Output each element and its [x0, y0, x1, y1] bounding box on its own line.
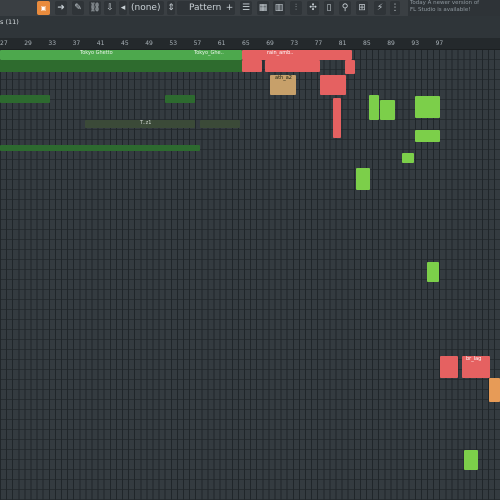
- clip-br-lag-2[interactable]: br_lag: [462, 356, 490, 378]
- ruler-tick: 37: [72, 40, 81, 47]
- clip-red-3[interactable]: [265, 60, 320, 72]
- clip-green-c[interactable]: [0, 145, 200, 151]
- browser-icon[interactable]: ⊞: [356, 1, 368, 15]
- clip-lightgreen-8[interactable]: [464, 450, 478, 470]
- clip-label: br_lag: [466, 356, 482, 362]
- clip-red-5[interactable]: [320, 75, 346, 95]
- ruler-tick: 81: [338, 40, 347, 47]
- clip-row-second[interactable]: [0, 60, 242, 72]
- clip-lightgreen-5[interactable]: [402, 153, 414, 163]
- ruler-tick: 29: [24, 40, 32, 47]
- clip-green-a[interactable]: [0, 95, 50, 103]
- clip-dark-1[interactable]: T..z1: [85, 120, 195, 128]
- clip-lightgreen-6[interactable]: [356, 168, 370, 190]
- plugin-icon[interactable]: ✣: [307, 1, 319, 15]
- ruler-tick: 49: [145, 40, 153, 47]
- ruler-tick: 77: [314, 40, 323, 47]
- news-line-1: Today A newer version of: [410, 0, 480, 6]
- clip-lightgreen-4[interactable]: [415, 130, 440, 142]
- file-icon[interactable]: ▯: [324, 1, 334, 15]
- playlist-header: [0, 16, 500, 38]
- clip-ath[interactable]: ath_a2: [270, 75, 296, 95]
- clip-red-2[interactable]: [242, 60, 262, 72]
- clip-label: rain_amb..: [267, 50, 294, 56]
- news-line-2: FL Studio is available!: [410, 7, 471, 13]
- clip-label: Tokyo Ghetto: [80, 50, 113, 56]
- ruler-tick: 73: [290, 40, 299, 47]
- pencil-icon[interactable]: ✎: [72, 1, 84, 15]
- clip-br-lag-1[interactable]: [440, 356, 458, 378]
- clip-red-6[interactable]: [333, 98, 341, 138]
- ruler-tick: 61: [217, 40, 226, 47]
- ruler-tick: 53: [169, 40, 178, 47]
- ruler-tick: 33: [48, 40, 57, 47]
- clip-lightgreen-1[interactable]: [369, 95, 379, 120]
- channel-rack-icon[interactable]: ▥: [273, 1, 285, 15]
- download-icon[interactable]: ⇩: [104, 1, 116, 15]
- clip-label: Tokyo_Ghe..: [194, 50, 224, 56]
- ruler-tick: 97: [435, 40, 444, 47]
- ruler-tick: 85: [363, 40, 371, 47]
- link-icon[interactable]: ⛓: [89, 1, 101, 15]
- clip-lightgreen-3[interactable]: [415, 96, 440, 118]
- ruler-tick: 69: [266, 40, 274, 47]
- ruler-tick: 89: [387, 40, 395, 47]
- help-icon[interactable]: ⚡: [374, 1, 386, 15]
- ruler-tick: 45: [121, 40, 129, 47]
- clip-label: T..z1: [140, 120, 152, 126]
- piano-roll-icon[interactable]: ▦: [257, 1, 269, 15]
- clip-lightgreen-2[interactable]: [380, 100, 395, 120]
- clip-row-top[interactable]: Tokyo Ghetto Tokyo_Ghe..: [0, 50, 242, 60]
- ruler-tick: 65: [242, 40, 250, 47]
- clip-red-4[interactable]: [345, 60, 355, 74]
- add-pattern-button[interactable]: +: [225, 1, 234, 15]
- channel-select[interactable]: (none): [129, 1, 164, 15]
- mixer-icon[interactable]: ⫶: [290, 1, 302, 15]
- clip-green-b[interactable]: [165, 95, 195, 103]
- ruler-tick: 57: [193, 40, 202, 47]
- clip-lightgreen-7[interactable]: [427, 262, 439, 282]
- playlist-title: s (11): [0, 18, 19, 26]
- main-toolbar: ▣ ➜ ✎ ⛓ ⇩ ◂ (none) ⇕ Pattern 1 + ☰ ▦ ▥ ⫶…: [0, 0, 500, 17]
- playlist-view-icon[interactable]: ☰: [240, 1, 252, 15]
- clip-label: ath_a2: [275, 75, 292, 81]
- fl-logo-icon[interactable]: ▣: [37, 1, 50, 15]
- pattern-selector-arrows[interactable]: ⇕: [167, 1, 175, 15]
- ruler-tick: 93: [411, 40, 420, 47]
- menu-icon[interactable]: ⋮: [390, 1, 400, 15]
- news-panel[interactable]: Today A newer version of FL Studio is av…: [408, 0, 500, 16]
- clip-orange[interactable]: [489, 378, 500, 402]
- ruler-tick: 41: [96, 40, 105, 47]
- tempo-icon[interactable]: ⚲: [339, 1, 351, 15]
- clip-rain[interactable]: rain_amb..: [242, 50, 352, 60]
- clip-dark-2[interactable]: [200, 120, 240, 128]
- arrow-icon[interactable]: ➜: [55, 1, 67, 15]
- ruler-tick: 27: [0, 40, 8, 47]
- speaker-icon[interactable]: ◂: [119, 1, 127, 15]
